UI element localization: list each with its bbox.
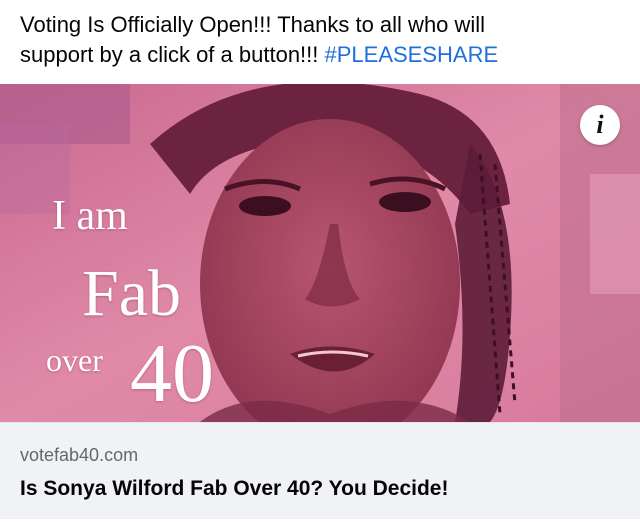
info-icon: i [596, 110, 604, 139]
hashtag-link[interactable]: #PLEASESHARE [325, 42, 499, 67]
overlay-i-am: I am [52, 193, 128, 239]
post-text-line1: Voting Is Officially Open!!! Thanks to a… [20, 12, 486, 37]
overlay-over: over [46, 342, 103, 378]
link-title[interactable]: Is Sonya Wilford Fab Over 40? You Decide… [20, 477, 448, 501]
info-button[interactable]: i [580, 105, 620, 145]
post-text: Voting Is Officially Open!!! Thanks to a… [20, 10, 620, 70]
overlay-40: 40 [130, 327, 214, 420]
post-image[interactable]: i I am Fab over 40 [0, 84, 640, 422]
link-preview-card[interactable]: votefab40.com Is Sonya Wilford Fab Over … [0, 422, 640, 519]
post-text-line2: support by a click of a button!!! [20, 42, 319, 67]
overlay-fab: Fab [82, 257, 181, 330]
link-domain: votefab40.com [20, 445, 139, 465]
